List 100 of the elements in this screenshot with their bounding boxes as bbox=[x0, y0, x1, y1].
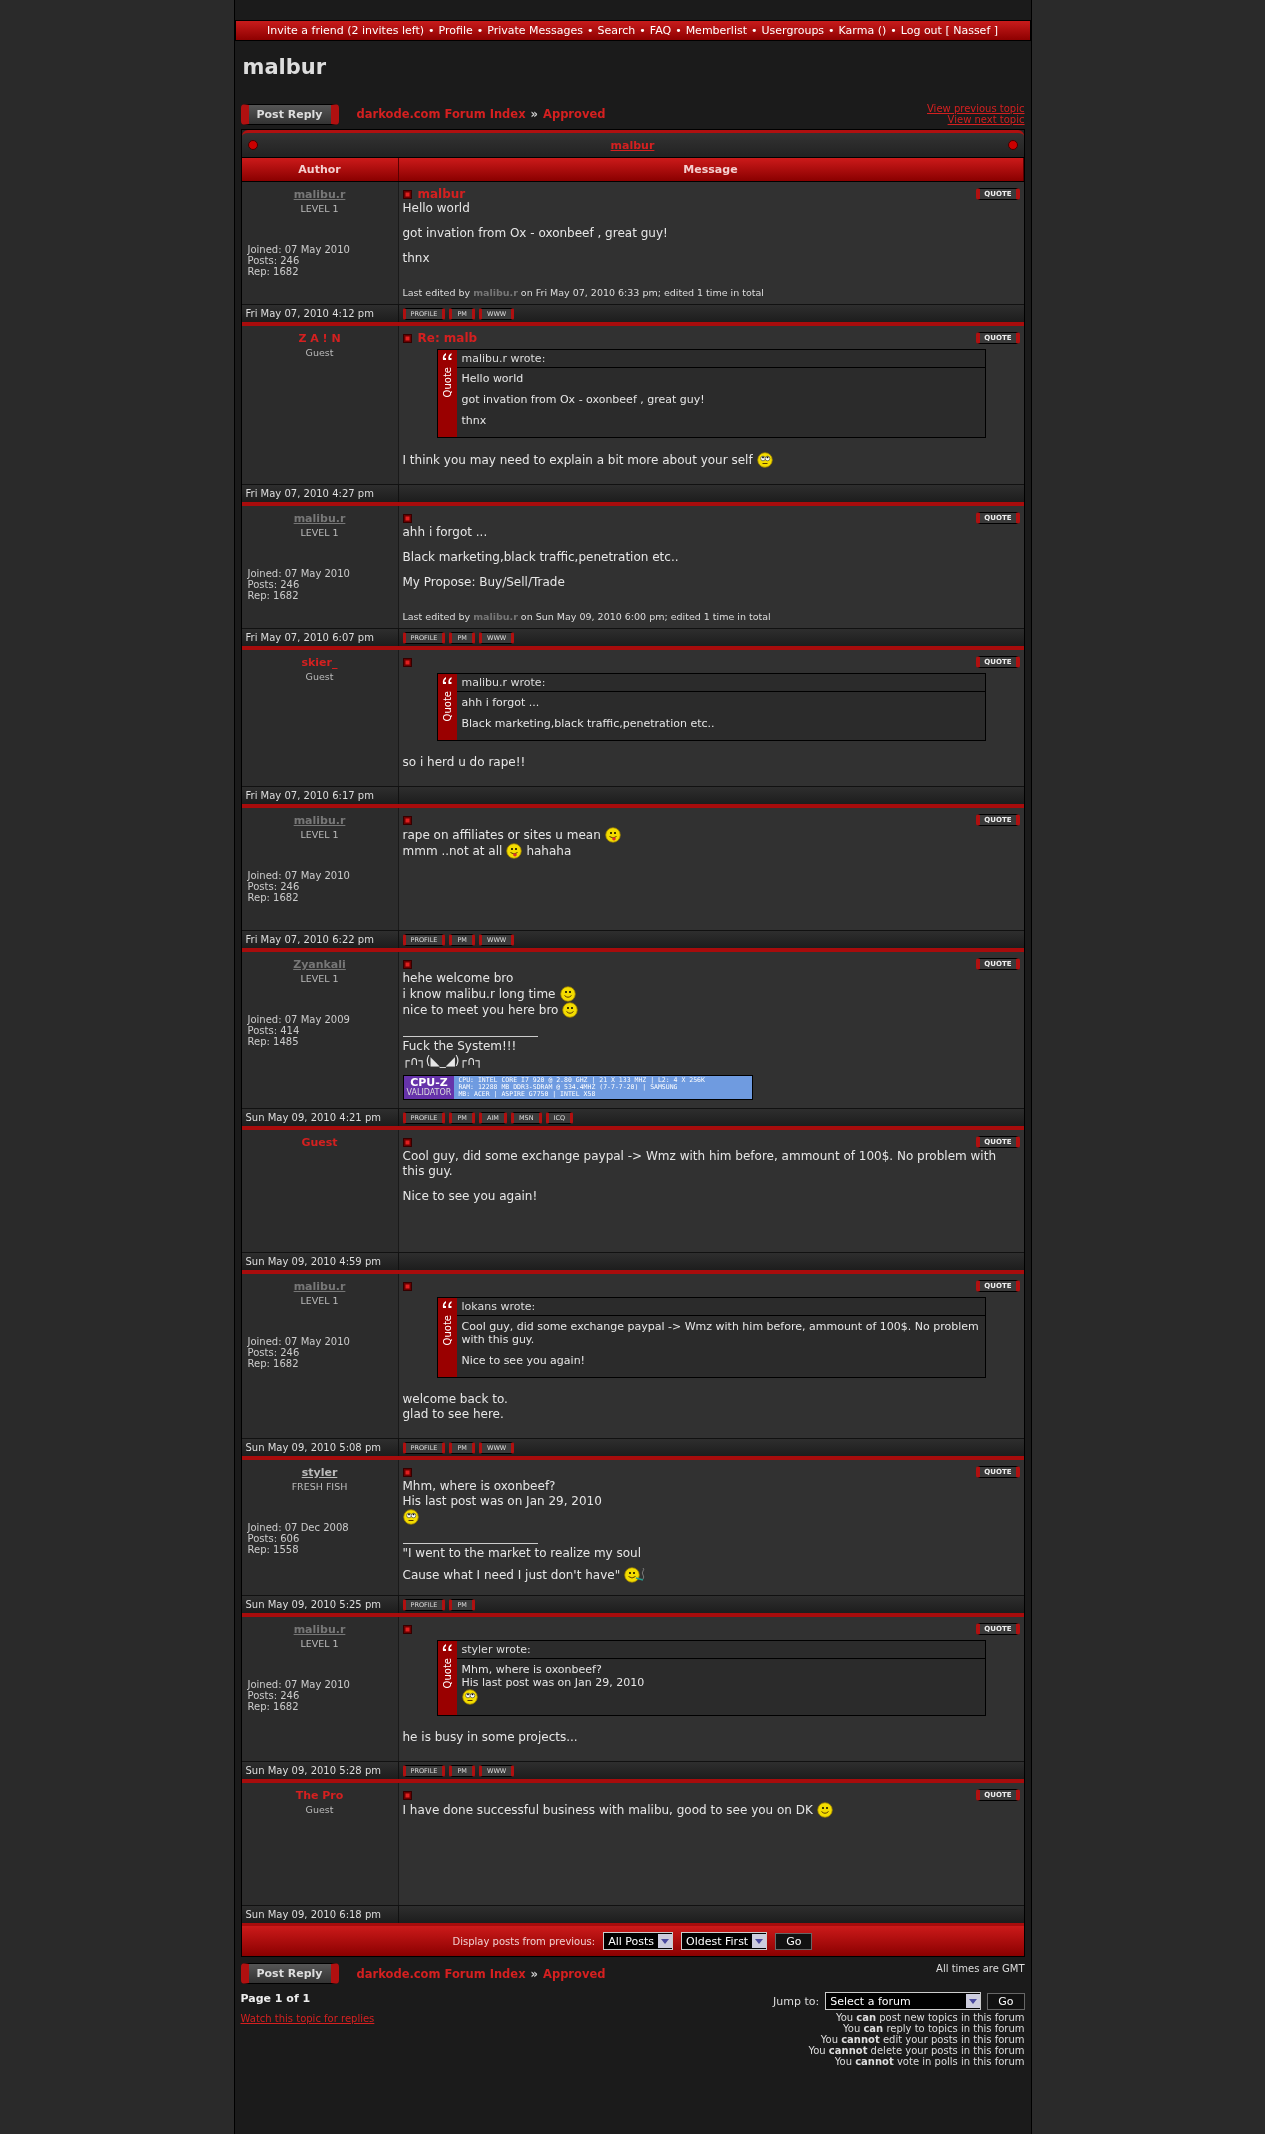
post-date: Fri May 07, 2010 6:22 pm bbox=[241, 931, 399, 948]
post-text: His last post was on Jan 29, 2010 bbox=[402, 1494, 602, 1509]
post-text: His last post was on Jan 29, 2010 bbox=[461, 1676, 645, 1689]
nav-link[interactable]: Log out [ Nassef ] bbox=[900, 24, 999, 37]
permission-note: You can post new topics in this forum bbox=[835, 2012, 1025, 2023]
post-text: glad to see here. bbox=[402, 1407, 504, 1422]
author-stat: Joined: 07 May 2010 bbox=[247, 568, 351, 579]
post-text: Black marketing,black traffic,penetration etc.. bbox=[402, 550, 679, 565]
smiley-icon bbox=[402, 1509, 419, 1525]
nav-link[interactable]: Profile bbox=[438, 24, 473, 37]
author-stat: Joined: 07 May 2010 bbox=[247, 244, 351, 255]
go-button[interactable]: Go bbox=[775, 1932, 813, 1950]
banner-logo: CPU-Z bbox=[410, 1077, 448, 1088]
author-name: skier_ bbox=[300, 656, 339, 669]
nav-separator: • bbox=[751, 24, 758, 37]
post-text: thnx bbox=[461, 414, 487, 427]
quote-marks-icon bbox=[441, 1644, 453, 1652]
author-stat: Posts: 246 bbox=[247, 255, 301, 266]
author-stat: Joined: 07 May 2009 bbox=[247, 1014, 351, 1025]
permission-note: You can reply to topics in this forum bbox=[843, 2023, 1025, 2034]
author-stat: Joined: 07 May 2010 bbox=[247, 1336, 351, 1347]
author-rank: LEVEL 1 bbox=[299, 1295, 340, 1306]
nav-link[interactable]: Karma () bbox=[838, 24, 887, 37]
author-rank: LEVEL 1 bbox=[299, 829, 340, 840]
post-text: ┌∩┐(◣_◢)┌∩┐ bbox=[402, 1054, 483, 1069]
edit-note: Last edited by malibu.r on Sun May 09, 2010 6:00 pm; edited 1 time in total bbox=[402, 610, 772, 622]
author-stat: Posts: 246 bbox=[247, 579, 301, 590]
author-rank: LEVEL 1 bbox=[299, 203, 340, 214]
jump-label: Jump to: bbox=[773, 1994, 820, 2008]
post-text: Cool guy, did some exchange paypal -> Wmz with him before, ammount of 100$. No problem with this guy. bbox=[402, 1149, 997, 1179]
author-stat: Posts: 414 bbox=[247, 1025, 301, 1036]
post-text: got invation from Ox - oxonbeef , great guy! bbox=[461, 393, 705, 406]
author-rank: LEVEL 1 bbox=[299, 973, 340, 984]
post-text: thnx bbox=[402, 251, 430, 266]
post-text: Mhm, where is oxonbeef? bbox=[461, 1663, 602, 1676]
post-text: nice to meet you here bro bbox=[402, 1002, 559, 1018]
quote-label: Quote bbox=[441, 1315, 453, 1346]
author-stat: Posts: 246 bbox=[247, 881, 301, 892]
column-header: Message bbox=[398, 158, 1024, 181]
quote-marks-icon bbox=[441, 677, 453, 685]
post-text: I think you may need to explain a bit more about your self bbox=[402, 452, 753, 468]
post-text: mmm ..not at all bbox=[402, 843, 503, 859]
nav-link[interactable]: Search bbox=[597, 24, 636, 37]
nav-separator: • bbox=[428, 24, 435, 37]
author-stat: Rep: 1682 bbox=[247, 266, 300, 277]
nav-separator: • bbox=[675, 24, 682, 37]
author-name[interactable]: styler bbox=[247, 1466, 392, 1479]
nav-link[interactable]: FAQ bbox=[649, 24, 672, 37]
permission-note: You cannot edit your posts in this forum bbox=[820, 2034, 1025, 2045]
post-text: Black marketing,black traffic,penetration etc.. bbox=[461, 717, 715, 730]
post-date: Fri May 07, 2010 6:17 pm bbox=[241, 787, 399, 804]
post-text: hehe welcome bro bbox=[402, 971, 514, 986]
post-text: so i herd u do rape!! bbox=[402, 755, 526, 770]
post-text: got invation from Ox - oxonbeef , great guy! bbox=[402, 226, 668, 241]
post-icon bbox=[402, 1790, 412, 1800]
author-rank: LEVEL 1 bbox=[299, 1638, 340, 1649]
author-stat: Rep: 1682 bbox=[247, 1358, 300, 1369]
breadcrumb-separator: » bbox=[530, 1966, 538, 1981]
banner-subtitle: VALIDATOR bbox=[406, 1088, 452, 1097]
nav-link[interactable]: Private Messages bbox=[487, 24, 583, 37]
quote-author: malibu.r wrote: bbox=[456, 674, 985, 692]
nav-link[interactable]: Usergroups bbox=[761, 24, 825, 37]
smiley-icon bbox=[756, 452, 773, 468]
post-date: Sun May 09, 2010 5:08 pm bbox=[241, 1439, 399, 1456]
corner-dot-icon bbox=[247, 140, 258, 150]
post-date: Sun May 09, 2010 5:25 pm bbox=[241, 1596, 399, 1613]
nav-separator: • bbox=[476, 24, 484, 37]
nav-link[interactable]: Invite a friend (2 invites left) bbox=[266, 24, 424, 37]
author-stat: Rep: 1682 bbox=[247, 590, 300, 601]
post-date: Fri May 07, 2010 4:12 pm bbox=[241, 305, 399, 322]
permission-note: You cannot vote in polls in this forum bbox=[834, 2056, 1025, 2067]
smiley-icon bbox=[559, 986, 576, 1002]
author-rank: FRESH FISH bbox=[290, 1481, 349, 1492]
breadcrumb-separator: » bbox=[530, 107, 538, 121]
post-text: i know malibu.r long time bbox=[402, 986, 556, 1002]
post-icon bbox=[402, 815, 412, 825]
dropdown-select[interactable]: Oldest First bbox=[681, 1932, 768, 1950]
author-rank: Guest bbox=[304, 347, 335, 358]
author-name: The Pro bbox=[294, 1789, 345, 1802]
dropdown-select[interactable]: All Posts bbox=[603, 1932, 674, 1950]
post-icon bbox=[402, 1281, 412, 1291]
author-stat: Rep: 1558 bbox=[247, 1544, 300, 1555]
post-reply-button[interactable]: Post Reply bbox=[240, 103, 339, 125]
pagination-text: Page 1 of 1 bbox=[240, 1992, 312, 2005]
post-date: Sun May 09, 2010 4:59 pm bbox=[241, 1253, 399, 1270]
nav-link[interactable]: Memberlist bbox=[685, 24, 748, 37]
post-text: Fuck the System!!! bbox=[402, 1039, 517, 1054]
quote-marks-icon bbox=[441, 353, 453, 361]
author-name: Z A ! N bbox=[297, 332, 342, 345]
post-date: Fri May 07, 2010 4:27 pm bbox=[241, 485, 399, 502]
post-text: ahh i forgot ... bbox=[461, 696, 540, 709]
go-button[interactable]: Go bbox=[987, 1992, 1025, 2010]
column-header: Author bbox=[241, 158, 399, 181]
author-stat: Rep: 1485 bbox=[247, 1036, 300, 1047]
author-rank: Guest bbox=[304, 671, 335, 682]
smiley-icon bbox=[604, 827, 621, 843]
post-reply-button[interactable]: Post Reply bbox=[240, 1963, 339, 1984]
post-date: Sun May 09, 2010 5:28 pm bbox=[241, 1762, 399, 1779]
post-icon bbox=[402, 1467, 412, 1477]
forum-select[interactable]: Select a forum bbox=[825, 1992, 982, 2010]
